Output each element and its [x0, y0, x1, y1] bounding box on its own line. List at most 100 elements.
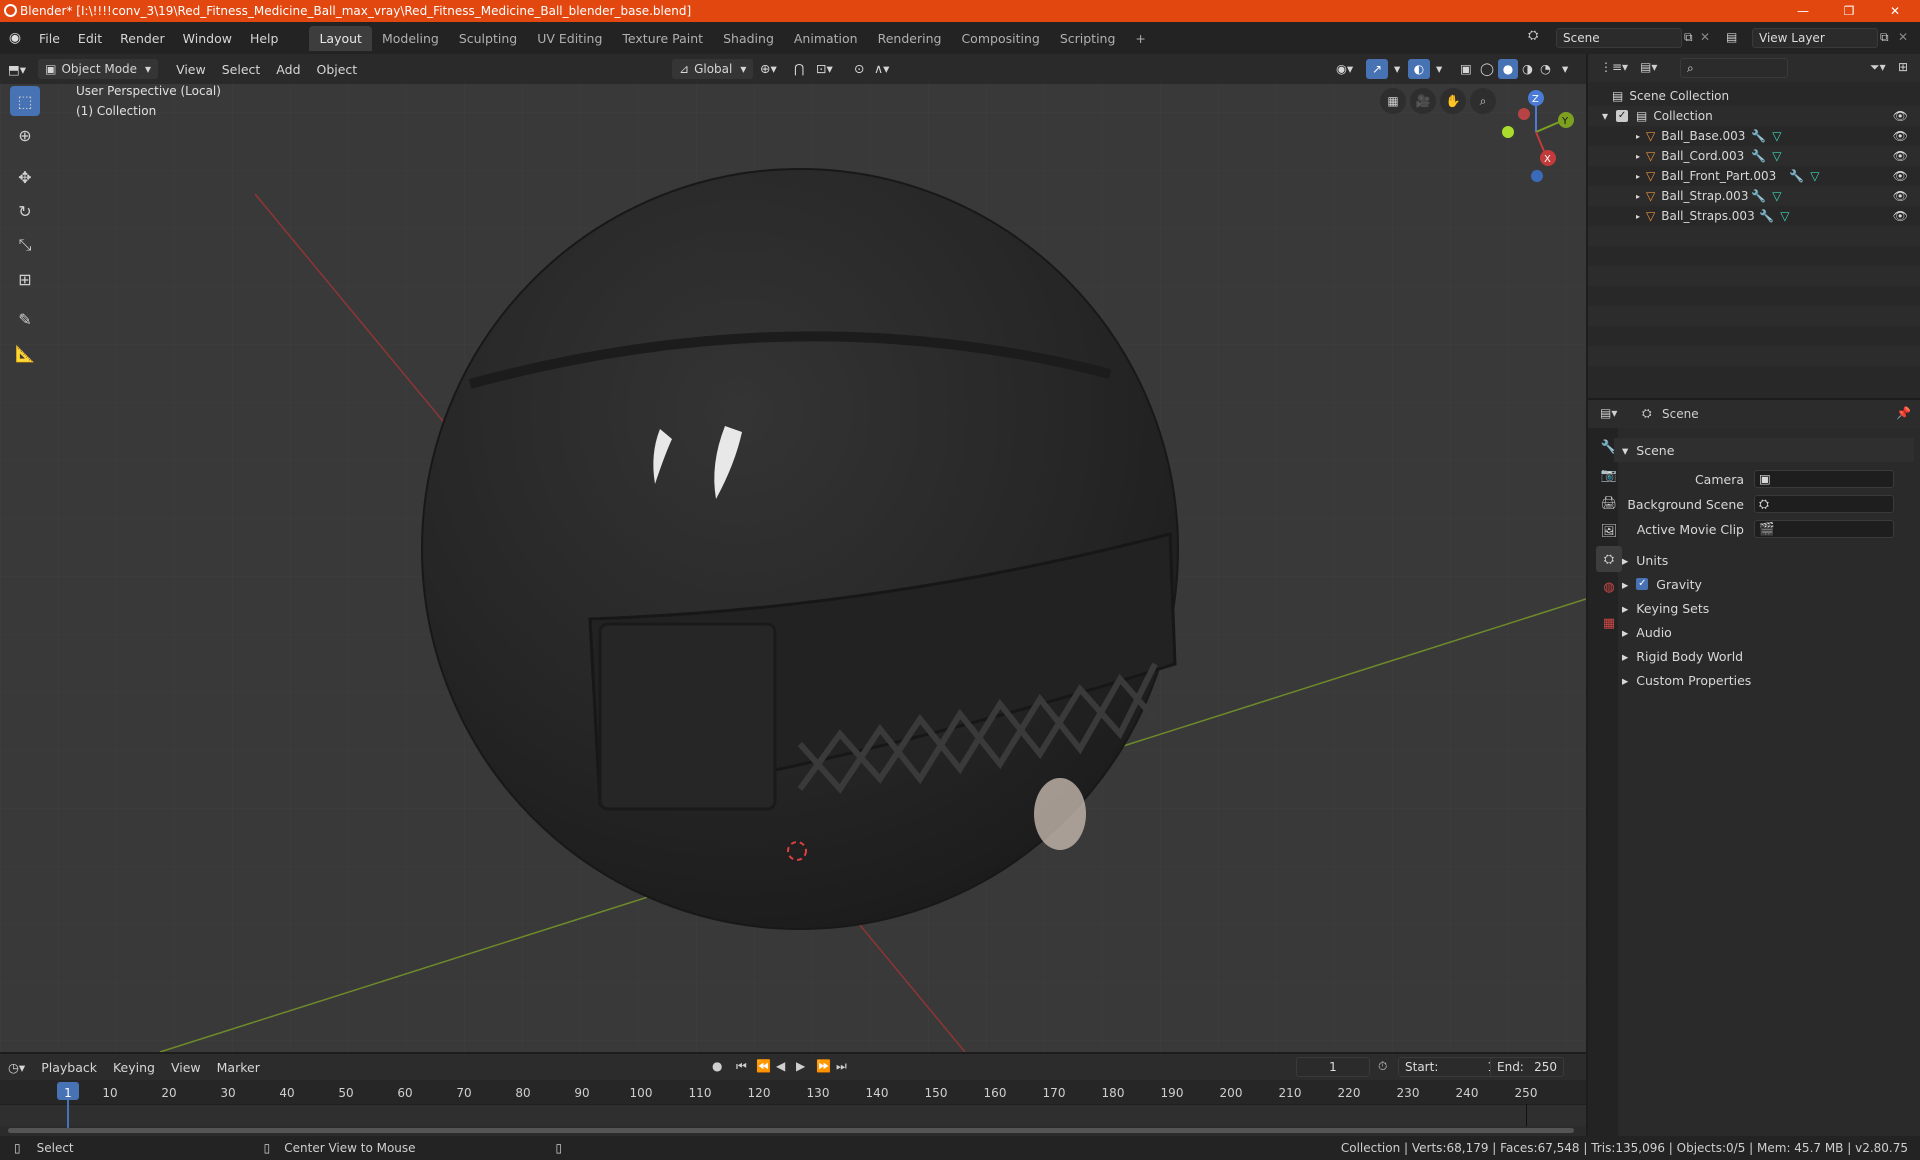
custom-properties-panel-header[interactable]: ▸ Custom Properties	[1614, 668, 1914, 692]
visibility-selector-icon[interactable]: ◉▾	[1328, 61, 1361, 76]
timeline-menu-marker[interactable]: Marker	[209, 1060, 268, 1075]
expand-arrow-icon[interactable]: ▸	[1636, 212, 1640, 221]
tab-shading[interactable]: Shading	[713, 26, 784, 51]
pin-icon[interactable]: 📌	[1896, 406, 1911, 420]
timeline-scrollbar[interactable]	[8, 1128, 1574, 1133]
transform-tool-icon[interactable]: ⊞	[10, 264, 40, 294]
move-tool-icon[interactable]: ✥	[10, 162, 40, 192]
measure-tool-icon[interactable]: 📐	[10, 338, 40, 368]
timeline-editor-type-icon[interactable]: ◷▾	[0, 1060, 33, 1075]
viewport-menu-view[interactable]: View	[168, 62, 214, 77]
exclude-checkbox[interactable]: ✓	[1616, 110, 1629, 122]
expand-arrow-icon[interactable]: ▾	[1602, 109, 1608, 123]
modifier-icon[interactable]: 🔧	[1751, 189, 1766, 203]
stopwatch-icon[interactable]: ⏱	[1378, 1059, 1387, 1074]
annotate-tool-icon[interactable]: ✎	[10, 304, 40, 334]
overlay-toggle-icon[interactable]: ◐	[1408, 59, 1430, 79]
timeline-menu-view[interactable]: View	[163, 1060, 209, 1075]
play-icon[interactable]: ▶	[796, 1059, 805, 1073]
restore-button[interactable]: ❐	[1826, 0, 1872, 22]
keying-sets-panel-header[interactable]: ▸ Keying Sets	[1614, 596, 1914, 620]
timeline-track-area[interactable]	[0, 1104, 1586, 1126]
new-scene-icon[interactable]: ⧉	[1684, 30, 1693, 45]
shading-options-icon[interactable]: ▾	[1554, 61, 1576, 76]
viewport-menu-select[interactable]: Select	[214, 62, 269, 77]
outliner-row-ball-base[interactable]: ▸ ▽ Ball_Base.003 🔧 ▽ 👁	[1588, 126, 1920, 146]
expand-arrow-icon[interactable]: ▸	[1636, 152, 1640, 161]
viewport-menu-add[interactable]: Add	[268, 62, 308, 77]
scene-selector-icon[interactable]: ⛭	[1528, 28, 1538, 43]
mesh-data-icon[interactable]: ▽	[1772, 149, 1781, 163]
mesh-data-icon[interactable]: ▽	[1772, 189, 1781, 203]
cursor-tool-icon[interactable]: ⊕	[10, 120, 40, 150]
mesh-data-icon[interactable]: ▽	[1772, 129, 1781, 143]
outliner-row-collection[interactable]: ▾ ✓ ▤ Collection 👁	[1588, 106, 1920, 126]
camera-view-icon[interactable]: 🎥	[1410, 88, 1436, 114]
timeline-menu-playback[interactable]: Playback	[33, 1060, 105, 1075]
tab-rendering[interactable]: Rendering	[868, 26, 952, 51]
tab-sculpting[interactable]: Sculpting	[449, 26, 527, 51]
eye-icon[interactable]: 👁	[1893, 149, 1908, 163]
record-button-icon[interactable]: ●	[712, 1059, 722, 1073]
falloff-icon[interactable]: ∧▾	[866, 61, 897, 76]
gravity-checkbox[interactable]: ✓	[1636, 578, 1649, 590]
active-movie-clip-field[interactable]: 🎬	[1754, 520, 1894, 538]
new-view-layer-icon[interactable]: ⧉	[1880, 30, 1889, 45]
blender-menu-icon[interactable]: ◉	[0, 30, 30, 46]
background-scene-field[interactable]: ⛭	[1754, 495, 1894, 513]
modifier-icon[interactable]: 🔧	[1751, 129, 1766, 143]
mesh-data-icon[interactable]: ▽	[1810, 169, 1819, 183]
display-mode-icon[interactable]: ▤▾	[1640, 60, 1657, 74]
next-keyframe-icon[interactable]: ⏩	[816, 1059, 831, 1073]
snap-target-icon[interactable]: ⊡▾	[808, 61, 841, 76]
expand-arrow-icon[interactable]: ▸	[1636, 172, 1640, 181]
editor-type-icon[interactable]: ⬒▾	[0, 62, 34, 77]
scene-selector[interactable]: Scene	[1556, 28, 1682, 48]
outliner-search-input[interactable]: ⌕	[1680, 58, 1788, 78]
eye-icon[interactable]: 👁	[1893, 109, 1908, 123]
end-frame-field[interactable]: End: 250	[1490, 1057, 1564, 1077]
view-layer-selector[interactable]: View Layer	[1752, 28, 1878, 48]
new-collection-icon[interactable]: ⊞	[1898, 60, 1908, 74]
eye-icon[interactable]: 👁	[1893, 169, 1908, 183]
menu-edit[interactable]: Edit	[69, 31, 111, 46]
audio-panel-header[interactable]: ▸ Audio	[1614, 620, 1914, 644]
delete-scene-icon[interactable]: ✕	[1700, 30, 1710, 44]
tab-compositing[interactable]: Compositing	[951, 26, 1049, 51]
outliner-row-ball-front-part[interactable]: ▸ ▽ Ball_Front_Part.003 🔧 ▽ 👁	[1588, 166, 1920, 186]
menu-window[interactable]: Window	[174, 31, 241, 46]
filter-icon[interactable]: ⏷▾	[1870, 60, 1886, 75]
viewport-menu-object[interactable]: Object	[309, 62, 366, 77]
tab-animation[interactable]: Animation	[784, 26, 868, 51]
add-workspace-button[interactable]: +	[1125, 26, 1155, 51]
modifier-icon[interactable]: 🔧	[1751, 149, 1766, 163]
timeline-menu-keying[interactable]: Keying	[105, 1060, 163, 1075]
toggle-grid-view-icon[interactable]: ▦	[1380, 88, 1406, 114]
eye-icon[interactable]: 👁	[1893, 209, 1908, 223]
expand-arrow-icon[interactable]: ▸	[1636, 132, 1640, 141]
3d-viewport[interactable]: ⬒▾ ▣ Object Mode ▾ View Select Add Objec…	[0, 54, 1586, 1052]
mesh-data-icon[interactable]: ▽	[1780, 209, 1789, 223]
viewport-scene[interactable]	[0, 54, 1586, 1052]
minimize-button[interactable]: —	[1780, 0, 1826, 22]
tab-uv-editing[interactable]: UV Editing	[527, 26, 612, 51]
jump-start-icon[interactable]: ⏮	[736, 1059, 747, 1074]
current-frame-field[interactable]: 1	[1296, 1057, 1370, 1077]
pivot-point-icon[interactable]: ⊕▾	[752, 61, 785, 76]
play-reverse-icon[interactable]: ◀	[776, 1059, 785, 1073]
select-box-tool-icon[interactable]: ⬚	[10, 86, 40, 116]
mode-selector[interactable]: ▣ Object Mode ▾	[38, 59, 159, 79]
close-button[interactable]: ✕	[1872, 0, 1918, 22]
prev-keyframe-icon[interactable]: ⏪	[756, 1059, 771, 1073]
expand-arrow-icon[interactable]: ▸	[1636, 192, 1640, 201]
camera-field[interactable]: ▣	[1754, 470, 1894, 488]
rotate-tool-icon[interactable]: ↻	[10, 196, 40, 226]
gizmo-toggle-icon[interactable]: ↗	[1366, 59, 1388, 79]
units-panel-header[interactable]: ▸ Units	[1614, 548, 1914, 572]
menu-help[interactable]: Help	[241, 31, 288, 46]
gizmo-options-icon[interactable]: ▾	[1386, 61, 1408, 76]
pan-view-icon[interactable]: ✋	[1440, 88, 1466, 114]
tab-modeling[interactable]: Modeling	[372, 26, 449, 51]
scene-section-header[interactable]: ▾ Scene	[1614, 438, 1914, 462]
navigation-gizmo[interactable]: Z Y X	[1490, 84, 1586, 184]
